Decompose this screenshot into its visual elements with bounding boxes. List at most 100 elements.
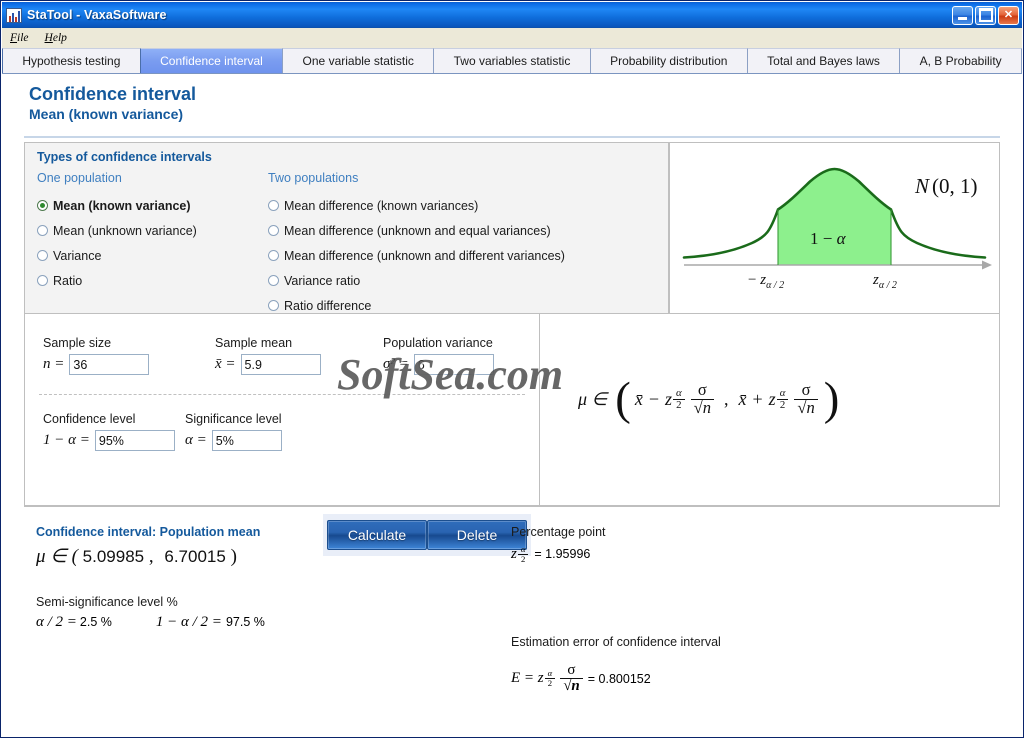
estimation-error-title: Estimation error of confidence interval (511, 635, 721, 649)
significance-level-group: Significance level α = (185, 412, 282, 451)
ci-suffix: ) (230, 546, 237, 567)
pct-z-group: z α 2 (511, 544, 529, 563)
radio-indicator (37, 250, 48, 261)
formula-left-z-sub: α 2 (673, 386, 685, 411)
percentage-point-title: Percentage point (511, 525, 606, 539)
err-sigma: σ (567, 662, 576, 678)
formula-right-z: z α 2 (769, 386, 789, 411)
ci-upper-bound: 6.70015 (164, 547, 226, 566)
ci-prefix: μ ∈ ( (36, 546, 78, 567)
radio-mean-unknown-variance[interactable]: Mean (unknown variance) (37, 218, 197, 243)
significance-level-label: Significance level (185, 412, 282, 426)
radio-indicator (268, 300, 279, 311)
inputs-panel: Sample size n = Sample mean x̄ = Populat… (24, 314, 540, 556)
confidence-level-group: Confidence level 1 − α = (43, 412, 175, 451)
percentage-point-result: Percentage point z α 2 = 1.95996 (511, 525, 606, 563)
sample-size-symbol: n = (43, 356, 65, 372)
formula-right-two: 2 (776, 398, 789, 411)
formula-left-z: z α 2 (664, 386, 685, 411)
radio-mean-difference-unknown-different-variances[interactable]: Mean difference (unknown and different v… (268, 243, 565, 268)
err-sigma-sqrtn: σ √n (560, 663, 583, 694)
formula-right-sqrtn: √n (794, 398, 818, 417)
results-panel: Confidence interval: Population mean μ ∈… (24, 506, 1000, 728)
formula-right-alpha: α (779, 386, 786, 399)
radio-label: Mean (known variance) (53, 198, 191, 213)
radio-label: Ratio difference (284, 298, 372, 313)
radio-mean-difference-known-variances[interactable]: Mean difference (known variances) (268, 193, 565, 218)
types-panel-title: Types of confidence intervals (37, 150, 212, 164)
distribution-label: N (914, 174, 930, 198)
estimation-error-value: E = z α 2 σ √n = 0.800152 (511, 663, 721, 694)
radio-label: Variance (53, 248, 102, 263)
formula-right-z-sub: α 2 (776, 386, 789, 411)
formula-panel: μ ∈ ( x̄ − z α 2 σ √n , x̄ + z α 2 σ √n … (540, 314, 1000, 506)
right-tick-label: zα / 2 (872, 272, 897, 291)
left-tick-label: − zα / 2 (748, 272, 784, 291)
semi-alpha-value: 2.5 % (79, 615, 112, 629)
confidence-level-symbol: 1 − α = (43, 432, 90, 448)
formula-right-sigma-sqrtn: σ √n (794, 380, 818, 417)
formula-left-mean: x̄ (634, 388, 643, 409)
close-button[interactable]: ✕ (998, 5, 1019, 25)
maximize-button[interactable] (975, 5, 996, 25)
formula-left-z-sym: z (664, 389, 672, 410)
header-divider (24, 136, 1000, 138)
semi-significance-values: α / 2 = 2.5 % 1 − α / 2 = 97.5 % (36, 614, 265, 631)
pct-sub-num: α (520, 544, 526, 554)
menu-item-file[interactable]: File (2, 30, 37, 46)
tab-confidence-interval[interactable]: Confidence interval (139, 48, 284, 73)
radio-variance-ratio[interactable]: Variance ratio (268, 268, 565, 293)
radio-label: Mean difference (unknown and equal varia… (284, 223, 551, 238)
sample-size-group: Sample size n = (43, 336, 150, 375)
tab-one-variable-statistic[interactable]: One variable statistic (282, 48, 435, 73)
err-equals-value: = 0.800152 (587, 671, 651, 686)
sample-mean-label: Sample mean (215, 336, 293, 350)
menu-item-help-rest: elp (52, 31, 67, 44)
confidence-level-input[interactable] (94, 430, 175, 451)
err-sub-num: α (547, 668, 553, 679)
radio-variance[interactable]: Variance (37, 243, 197, 268)
radio-indicator (268, 200, 279, 211)
err-sqrtn: √n (560, 678, 583, 694)
window-title: StaTool - VaxaSoftware (27, 8, 167, 22)
population-variance-input[interactable] (413, 354, 494, 375)
formula-minus: − (648, 388, 659, 409)
tab-hypothesis-testing[interactable]: Hypothesis testing (2, 48, 141, 73)
radio-label: Variance ratio (284, 273, 361, 288)
one-population-radio-group: Mean (known variance) Mean (unknown vari… (37, 193, 197, 293)
err-z-subscript: α 2 (544, 668, 556, 687)
ci-lower-bound: 5.09985 (82, 547, 145, 566)
tab-a-b-probability[interactable]: A, B Probability (899, 48, 1023, 73)
formula-plus: + (752, 388, 763, 409)
radio-ratio[interactable]: Ratio (37, 268, 197, 293)
area-label: 1 − α (810, 229, 847, 248)
pct-z-symbol: z (511, 546, 517, 563)
formula-left-alpha: α (675, 386, 682, 399)
one-population-header: One population (37, 171, 122, 185)
formula-left-sqrtn: √n (690, 398, 715, 417)
minimize-button[interactable] (952, 5, 973, 25)
percentage-point-value: z α 2 = 1.95996 (511, 545, 606, 563)
menu-item-help[interactable]: Help (37, 30, 75, 46)
tab-two-variables-statistic[interactable]: Two variables statistic (433, 48, 591, 73)
formula-right-mean: x̄ (738, 388, 747, 409)
tab-total-and-bayes-laws[interactable]: Total and Bayes laws (746, 48, 901, 73)
sample-size-input[interactable] (69, 354, 150, 375)
page-title: Confidence interval (29, 84, 197, 104)
significance-level-input[interactable] (211, 430, 282, 451)
formula-left-sigma-sqrtn: σ √n (690, 381, 715, 417)
formula-comma: , (724, 388, 729, 409)
semi-significance-title: Semi-significance level % (36, 595, 178, 609)
sample-mean-input[interactable] (240, 354, 321, 375)
tab-probability-distribution[interactable]: Probability distribution (589, 48, 748, 73)
formula-right-sigma: σ (801, 380, 811, 399)
estimation-error-result: Estimation error of confidence interval … (511, 635, 721, 694)
population-variance-group: Population variance σ² = (383, 336, 494, 375)
semi-conf-label: 1 − α / 2 = (155, 614, 222, 630)
radio-mean-difference-unknown-equal-variances[interactable]: Mean difference (unknown and equal varia… (268, 218, 565, 243)
radio-mean-known-variance[interactable]: Mean (known variance) (37, 193, 197, 218)
formula-open-paren: ( (615, 373, 631, 426)
confidence-interval-result-title: Confidence interval: Population mean (36, 525, 261, 539)
inputs-divider (39, 394, 525, 395)
radio-indicator (37, 225, 48, 236)
